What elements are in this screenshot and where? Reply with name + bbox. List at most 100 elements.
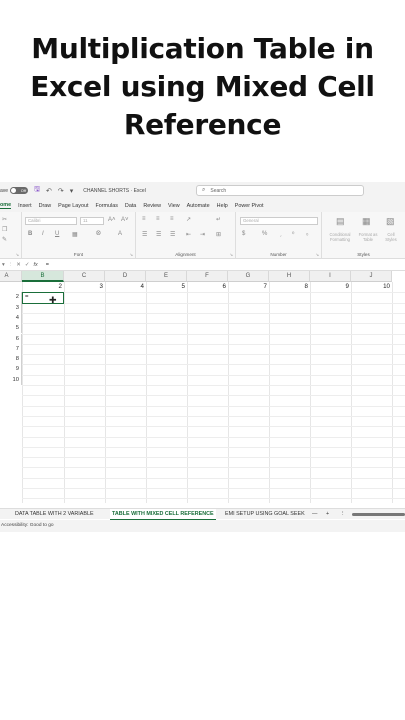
clipboard-launcher-icon[interactable]: ↘ [16,252,19,257]
name-box-chevron-icon[interactable]: ▾ [2,262,5,268]
align-middle-icon[interactable]: ≡ [156,216,160,222]
tab-home[interactable]: ome [0,202,12,209]
column-header-j[interactable]: J [351,271,392,282]
search-input[interactable]: ⌕ Search [196,185,364,196]
italic-icon[interactable]: I [42,231,44,237]
number-format-select[interactable]: General [240,217,318,225]
sheet-tab-emi-setup[interactable]: EMI SETUP USING GOAL SEEK [225,509,305,520]
number-launcher-icon[interactable]: ↘ [316,252,319,257]
column-header-e[interactable]: E [146,271,187,282]
table-row-value-cell[interactable]: 7 [0,343,22,355]
cell-styles-icon[interactable]: ▧ [386,216,395,227]
underline-icon[interactable]: U [55,231,59,237]
align-right-icon[interactable]: ☰ [170,231,175,238]
tab-automate[interactable]: Automate [187,203,210,209]
align-center-icon[interactable]: ☰ [156,231,161,238]
table-row-value-cell[interactable]: 5 [0,323,22,334]
insert-function-icon[interactable]: fx [33,262,37,268]
column-header-h[interactable]: H [269,271,310,282]
worksheet-grid[interactable]: A B C D E F G H I J 2 3 4 5 6 7 8 9 10 2 3 4 5 6 7 8 9 10 = ✚ [0,271,405,503]
copy-icon[interactable]: ❐ [2,226,7,233]
tab-view[interactable]: View [168,203,180,209]
increase-indent-icon[interactable]: ⇥ [200,231,205,238]
sheet-options-icon[interactable]: ⋮ [340,509,345,520]
redo-icon[interactable]: ↷ [58,187,64,195]
table-row-value-cell[interactable]: 8 [0,354,22,365]
customize-toolbar-icon[interactable]: ▾ [70,187,74,195]
font-color-icon[interactable]: A [118,231,122,237]
cut-icon[interactable]: ✂ [2,216,7,223]
align-top-icon[interactable]: ≡ [142,216,146,222]
column-header-c[interactable]: C [64,271,105,282]
column-header-b[interactable]: B [22,271,64,282]
table-row-value-cell[interactable]: 3 [0,302,22,313]
decrease-decimal-icon[interactable]: ₀ [306,231,309,237]
tab-page-layout[interactable]: Page Layout [58,203,88,209]
horizontal-scrollbar[interactable] [352,513,405,516]
save-icon[interactable]: 🖫 [34,185,40,196]
alignment-launcher-icon[interactable]: ↘ [230,252,233,257]
table-header-cell[interactable]: 9 [310,282,351,292]
column-header-i[interactable]: I [310,271,351,282]
tab-data[interactable]: Data [125,203,136,209]
add-sheet-button[interactable]: + [326,509,329,520]
align-left-icon[interactable]: ☰ [142,231,147,238]
sheet-tab-mixed-reference[interactable]: TABLE WITH MIXED CELL REFERENCE [110,509,216,520]
format-painter-icon[interactable]: ✎ [2,236,7,243]
undo-icon[interactable]: ↶ [46,187,52,195]
percent-icon[interactable]: % [262,231,267,237]
table-row-value-cell[interactable]: 2 [0,292,22,303]
tab-insert[interactable]: Insert [18,203,31,209]
decrease-font-icon[interactable]: A˅ [121,217,129,223]
autosave-toggle[interactable]: Off [10,187,29,194]
column-header-f[interactable]: F [187,271,228,282]
table-header-cell[interactable]: 2 [22,282,64,292]
fill-color-icon[interactable]: ⭙ [96,231,101,238]
table-row-value-cell[interactable]: 10 [0,374,22,385]
orientation-icon[interactable]: ↗ [186,216,191,223]
comma-style-icon[interactable]: ͵ [280,231,282,237]
wrap-text-icon[interactable]: ↵ [216,216,221,223]
table-header-cell[interactable]: 3 [64,282,105,292]
enter-formula-icon[interactable]: ✓ [25,262,30,268]
tab-power-pivot[interactable]: Power Pivot [235,203,264,209]
column-header-a[interactable]: A [0,271,22,282]
increase-font-icon[interactable]: A˄ [108,217,116,223]
borders-icon[interactable]: ▦ [72,231,78,238]
active-cell[interactable]: = [22,292,64,304]
table-header-cell[interactable]: 5 [146,282,187,292]
formula-input[interactable]: = [46,262,49,268]
table-header-cell[interactable]: 10 [351,282,392,292]
table-header-cell[interactable]: 6 [187,282,228,292]
bold-icon[interactable]: B [28,231,32,237]
font-launcher-icon[interactable]: ↘ [130,252,133,257]
font-name-select[interactable]: Calibri [25,217,77,225]
align-bottom-icon[interactable]: ≡ [170,216,174,222]
tab-review[interactable]: Review [143,203,161,209]
sheet-tab-data-table[interactable]: DATA TABLE WITH 2 VARIABLE [15,509,94,520]
table-row-value-cell[interactable]: 9 [0,364,22,375]
table-header-cell[interactable]: 7 [228,282,269,292]
cell-styles-button[interactable]: Cell Styles [382,232,400,242]
tab-formulas[interactable]: Formulas [95,203,117,209]
merge-center-icon[interactable]: ⊞ [216,231,221,238]
conditional-formatting-button[interactable]: Conditional Formatting [325,232,355,242]
format-as-table-icon[interactable]: ▦ [362,216,371,227]
conditional-formatting-icon[interactable]: ▤ [336,216,345,227]
decrease-indent-icon[interactable]: ⇤ [186,231,191,238]
gridline-horizontal [22,488,405,489]
table-header-cell[interactable]: 8 [269,282,310,292]
table-row-value-cell[interactable]: 6 [0,333,22,344]
format-as-table-button[interactable]: Format as Table [356,232,380,242]
scroll-dash-icon[interactable]: — [312,509,317,520]
increase-decimal-icon[interactable]: ⁰ [292,231,294,238]
column-header-g[interactable]: G [228,271,269,282]
currency-icon[interactable]: $ [242,231,245,237]
tab-help[interactable]: Help [217,203,228,209]
table-header-cell[interactable]: 4 [105,282,146,292]
cancel-formula-icon[interactable]: ✕ [16,262,21,268]
column-header-d[interactable]: D [105,271,146,282]
table-row-value-cell[interactable]: 4 [0,312,22,324]
font-size-select[interactable]: 11 [80,217,104,225]
tab-draw[interactable]: Draw [39,203,52,209]
